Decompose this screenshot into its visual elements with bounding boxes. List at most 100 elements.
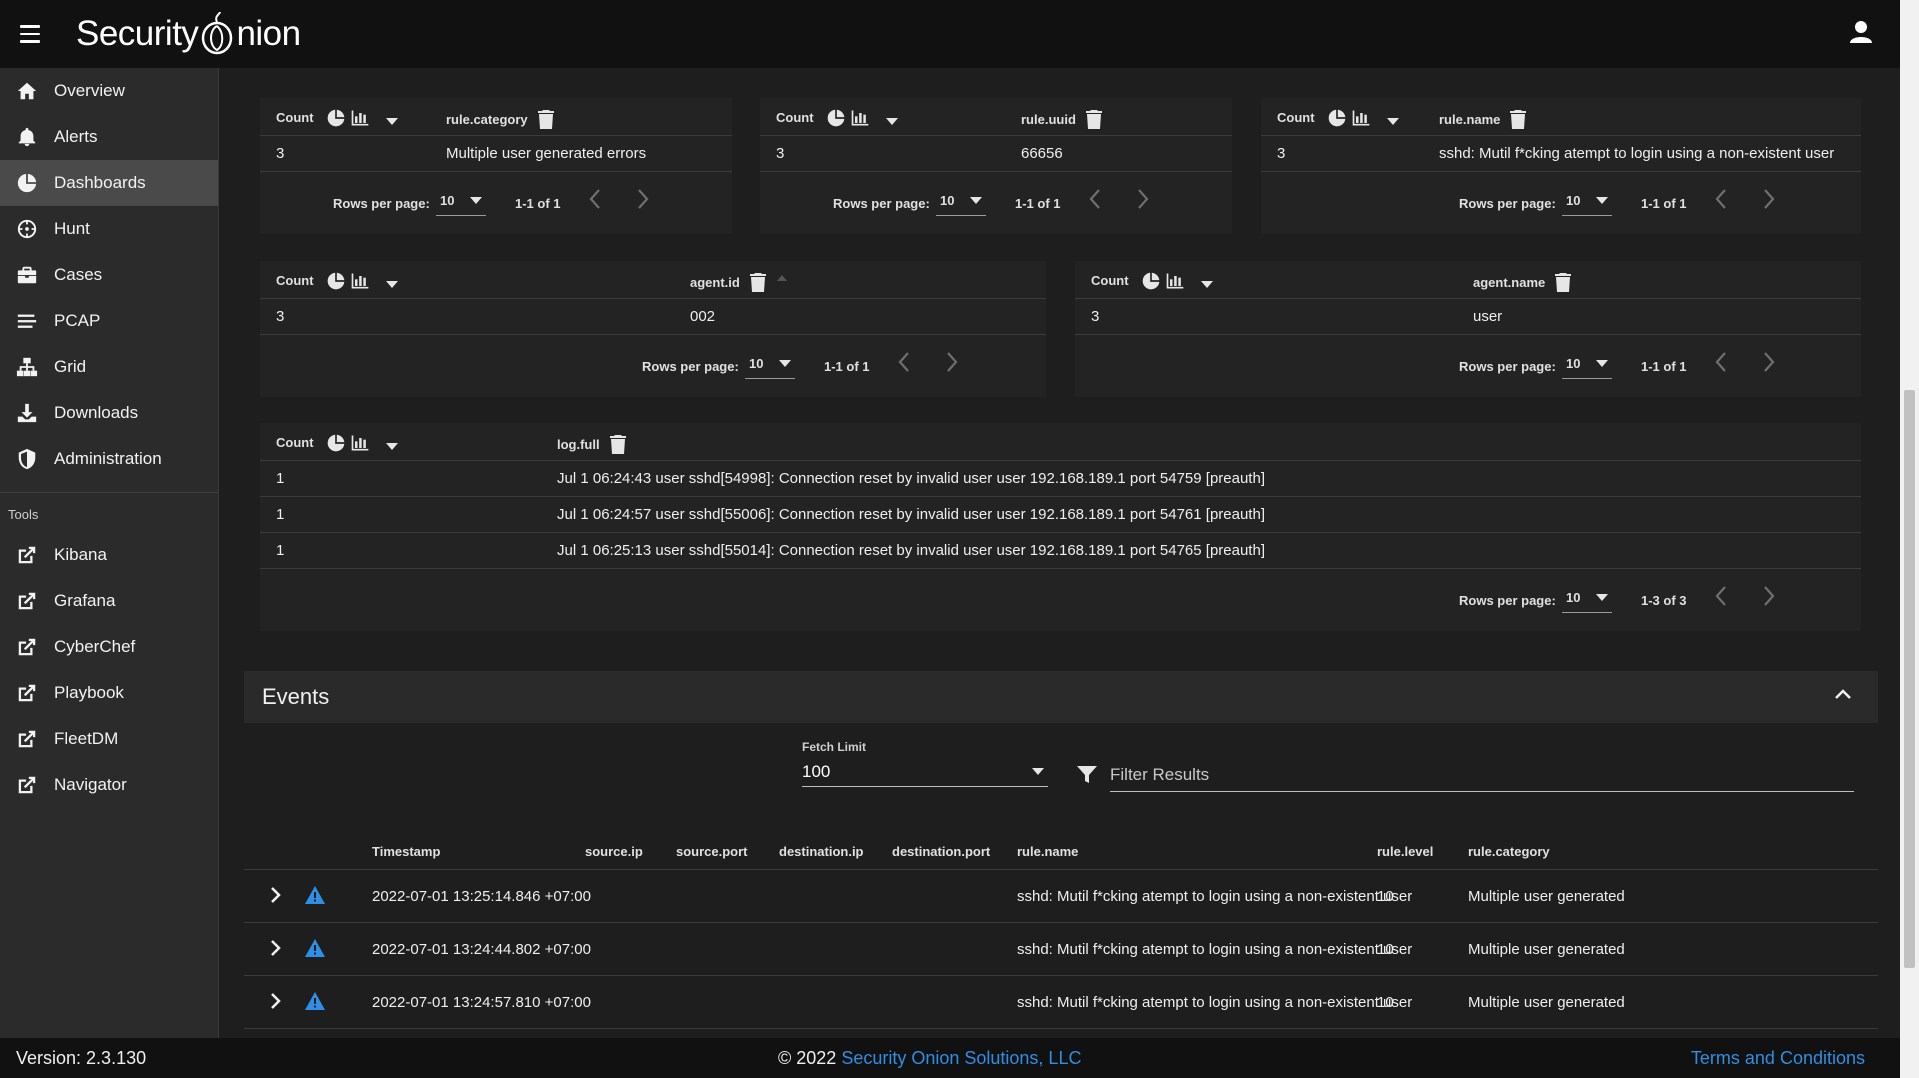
expand-row-button[interactable] bbox=[270, 992, 282, 1014]
next-page-button[interactable] bbox=[945, 351, 959, 376]
event-row[interactable]: 2022-07-01 13:25:14.846 +07:00 sshd: Mut… bbox=[244, 870, 1878, 923]
sidebar-tool-grafana[interactable]: Grafana bbox=[0, 578, 218, 624]
sidebar-item-grid[interactable]: Grid bbox=[0, 344, 218, 390]
page-scrollbar[interactable] bbox=[1900, 0, 1919, 1078]
count-header[interactable]: Count bbox=[776, 110, 814, 125]
pie-chart-icon[interactable] bbox=[326, 108, 346, 128]
bar-chart-icon[interactable] bbox=[350, 108, 370, 128]
next-page-button[interactable] bbox=[1762, 585, 1776, 610]
prev-page-button[interactable] bbox=[1088, 188, 1102, 213]
value-cell[interactable]: 66656 bbox=[1021, 145, 1063, 162]
bar-chart-icon[interactable] bbox=[350, 433, 370, 453]
trash-icon[interactable] bbox=[1510, 110, 1527, 129]
column-header-rule-level[interactable]: rule.level bbox=[1377, 844, 1433, 859]
prev-page-button[interactable] bbox=[1714, 188, 1728, 213]
sidebar-item-downloads[interactable]: Downloads bbox=[0, 390, 218, 436]
sidebar-tool-fleetdm[interactable]: FleetDM bbox=[0, 716, 218, 762]
column-header-source-ip[interactable]: source.ip bbox=[585, 844, 643, 859]
expand-row-button[interactable] bbox=[270, 939, 282, 961]
scrollbar-thumb[interactable] bbox=[1904, 390, 1915, 968]
rows-per-page-select[interactable]: 10 bbox=[936, 186, 986, 216]
column-header-rule-name[interactable]: rule.name bbox=[1017, 844, 1078, 859]
rows-per-page-select[interactable]: 10 bbox=[1562, 186, 1612, 216]
column-header-source-port[interactable]: source.port bbox=[676, 844, 748, 859]
event-row[interactable]: 2022-07-01 13:24:57.810 +07:00 sshd: Mut… bbox=[244, 976, 1878, 1029]
column-header-destination-ip[interactable]: destination.ip bbox=[779, 844, 864, 859]
sidebar-item-pcap[interactable]: PCAP bbox=[0, 298, 218, 344]
event-row[interactable]: 2022-07-01 13:24:44.802 +07:00 sshd: Mut… bbox=[244, 923, 1878, 976]
trash-icon[interactable] bbox=[537, 110, 554, 129]
next-page-button[interactable] bbox=[1136, 188, 1150, 213]
sort-arrow-icon[interactable] bbox=[776, 273, 788, 283]
prev-page-button[interactable] bbox=[1714, 585, 1728, 610]
rows-per-page-select[interactable]: 10 bbox=[436, 186, 486, 216]
field-name[interactable]: agent.id bbox=[690, 275, 740, 290]
count-header[interactable]: Count bbox=[1277, 110, 1315, 125]
chevron-down-icon[interactable] bbox=[1201, 280, 1213, 288]
next-page-button[interactable] bbox=[636, 188, 650, 213]
next-page-button[interactable] bbox=[1762, 188, 1776, 213]
pie-chart-icon[interactable] bbox=[1141, 271, 1161, 291]
sidebar-item-overview[interactable]: Overview bbox=[0, 68, 218, 114]
sidebar-item-cases[interactable]: Cases bbox=[0, 252, 218, 298]
prev-page-button[interactable] bbox=[897, 351, 911, 376]
events-panel-header[interactable]: Events bbox=[244, 671, 1878, 723]
company-link[interactable]: Security Onion Solutions, LLC bbox=[841, 1048, 1081, 1068]
bar-chart-icon[interactable] bbox=[350, 271, 370, 291]
chevron-down-icon[interactable] bbox=[1387, 117, 1399, 125]
sidebar-item-dashboards[interactable]: Dashboards bbox=[0, 160, 218, 206]
field-name[interactable]: agent.name bbox=[1473, 275, 1545, 290]
terms-link[interactable]: Terms and Conditions bbox=[1691, 1048, 1865, 1069]
sidebar-tool-kibana[interactable]: Kibana bbox=[0, 532, 218, 578]
count-header[interactable]: Count bbox=[276, 110, 314, 125]
rows-per-page-select[interactable]: 10 bbox=[745, 349, 795, 379]
collapse-events-button[interactable] bbox=[1834, 687, 1852, 705]
value-cell[interactable]: sshd: Mutil f*cking atempt to login usin… bbox=[1439, 145, 1834, 162]
pie-chart-icon[interactable] bbox=[826, 108, 846, 128]
field-name[interactable]: rule.category bbox=[446, 112, 528, 127]
menu-toggle-button[interactable] bbox=[0, 0, 60, 68]
pie-chart-icon[interactable] bbox=[1327, 108, 1347, 128]
trash-icon[interactable] bbox=[1555, 273, 1572, 292]
count-header[interactable]: Count bbox=[1091, 273, 1129, 288]
user-account-button[interactable] bbox=[1850, 20, 1872, 49]
trash-icon[interactable] bbox=[749, 273, 766, 292]
count-header[interactable]: Count bbox=[276, 435, 314, 450]
trash-icon[interactable] bbox=[609, 435, 626, 454]
bar-chart-icon[interactable] bbox=[1165, 271, 1185, 291]
field-name[interactable]: rule.uuid bbox=[1021, 112, 1076, 127]
column-header-timestamp[interactable]: Timestamp bbox=[372, 844, 440, 859]
bar-chart-icon[interactable] bbox=[1351, 108, 1371, 128]
chevron-down-icon[interactable] bbox=[886, 117, 898, 125]
chevron-down-icon[interactable] bbox=[386, 280, 398, 288]
app-logo[interactable]: Security nion bbox=[76, 12, 301, 56]
bar-chart-icon[interactable] bbox=[850, 108, 870, 128]
chevron-down-icon[interactable] bbox=[386, 442, 398, 450]
count-header[interactable]: Count bbox=[276, 273, 314, 288]
rows-per-page-select[interactable]: 10 bbox=[1562, 583, 1612, 613]
value-cell[interactable]: Jul 1 06:24:57 user sshd[55006]: Connect… bbox=[557, 506, 1265, 523]
field-name[interactable]: log.full bbox=[557, 437, 600, 452]
sidebar-tool-navigator[interactable]: Navigator bbox=[0, 762, 218, 808]
chevron-down-icon[interactable] bbox=[386, 117, 398, 125]
sidebar-tool-cyberchef[interactable]: CyberChef bbox=[0, 624, 218, 670]
prev-page-button[interactable] bbox=[588, 188, 602, 213]
prev-page-button[interactable] bbox=[1714, 351, 1728, 376]
value-cell[interactable]: Jul 1 06:25:13 user sshd[55014]: Connect… bbox=[557, 542, 1265, 559]
next-page-button[interactable] bbox=[1762, 351, 1776, 376]
value-cell[interactable]: 002 bbox=[690, 308, 715, 325]
fetch-limit-select[interactable]: 100 bbox=[802, 757, 1048, 787]
trash-icon[interactable] bbox=[1085, 110, 1102, 129]
column-header-destination-port[interactable]: destination.port bbox=[892, 844, 990, 859]
pie-chart-icon[interactable] bbox=[326, 271, 346, 291]
field-name[interactable]: rule.name bbox=[1439, 112, 1500, 127]
expand-row-button[interactable] bbox=[270, 886, 282, 908]
filter-results-input[interactable] bbox=[1110, 758, 1854, 792]
value-cell[interactable]: user bbox=[1473, 308, 1502, 325]
value-cell[interactable]: Jul 1 06:24:43 user sshd[54998]: Connect… bbox=[557, 470, 1265, 487]
value-cell[interactable]: Multiple user generated errors bbox=[446, 145, 646, 162]
sidebar-item-alerts[interactable]: Alerts bbox=[0, 114, 218, 160]
sidebar-item-hunt[interactable]: Hunt bbox=[0, 206, 218, 252]
sidebar-tool-playbook[interactable]: Playbook bbox=[0, 670, 218, 716]
sidebar-item-administration[interactable]: Administration bbox=[0, 436, 218, 482]
